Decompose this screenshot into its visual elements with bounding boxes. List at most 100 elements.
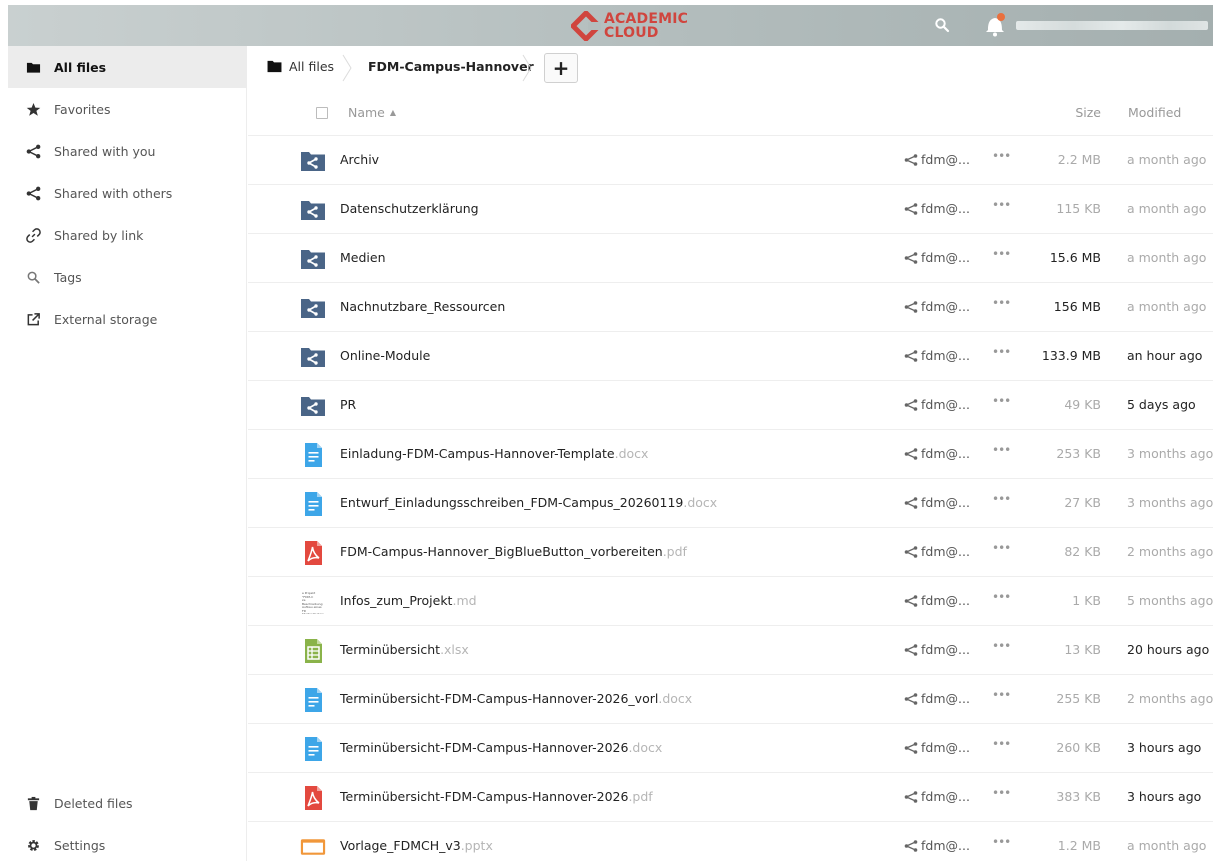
sidebar-item-label: Tags xyxy=(54,269,82,285)
share-button[interactable]: fdm@... xyxy=(904,299,970,314)
more-actions-button[interactable]: ••• xyxy=(992,443,1011,457)
file-name[interactable]: Infos_zum_Projekt.md xyxy=(340,593,477,608)
user-menu[interactable] xyxy=(1016,21,1208,30)
table-row[interactable]: Medien fdm@... ••• 15.6 MB a month ago xyxy=(248,234,1213,283)
table-row[interactable]: Einladung-FDM-Campus-Hannover-Template.d… xyxy=(248,430,1213,479)
breadcrumb-home[interactable]: All files xyxy=(267,59,334,74)
new-button[interactable]: + xyxy=(544,53,578,83)
shared-folder-icon[interactable] xyxy=(300,295,326,321)
file-name[interactable]: Online-Module xyxy=(340,348,430,363)
bell-icon[interactable] xyxy=(984,12,1006,38)
share-button[interactable]: fdm@... xyxy=(904,397,970,412)
table-row[interactable]: Datenschutzerklärung fdm@... ••• 115 KB a mo… xyxy=(248,185,1213,234)
more-actions-button[interactable]: ••• xyxy=(992,835,1011,849)
table-row[interactable]: FDM-Campus-Hannover_BigBlueButton_vorber… xyxy=(248,528,1213,577)
share-button[interactable]: fdm@... xyxy=(904,642,970,657)
share-button[interactable]: fdm@... xyxy=(904,691,970,706)
table-row[interactable]: PR fdm@... ••• 49 KB 5 days ago xyxy=(248,381,1213,430)
file-name[interactable]: PR xyxy=(340,397,356,412)
spreadsheet-icon[interactable] xyxy=(300,638,326,664)
file-name[interactable]: Terminübersicht-FDM-Campus-Hannover-2026… xyxy=(340,740,662,755)
sidebar-item-settings[interactable]: Settings xyxy=(8,824,247,861)
share-button[interactable]: fdm@... xyxy=(904,348,970,363)
pdf-icon[interactable] xyxy=(300,785,326,811)
share-button[interactable]: fdm@... xyxy=(904,740,970,755)
file-name[interactable]: FDM-Campus-Hannover_BigBlueButton_vorber… xyxy=(340,544,687,559)
table-row[interactable]: e Projekt "FDM-C ze Beschreibung Aufbau ei… xyxy=(248,577,1213,626)
document-icon[interactable] xyxy=(300,442,326,468)
breadcrumb-current[interactable]: FDM-Campus-Hannover xyxy=(368,59,534,74)
more-actions-button[interactable]: ••• xyxy=(992,345,1011,359)
sidebar-item-shared-with-you[interactable]: Shared with you xyxy=(8,130,247,172)
file-name[interactable]: Einladung-FDM-Campus-Hannover-Template.d… xyxy=(340,446,648,461)
shared-folder-icon[interactable] xyxy=(300,246,326,272)
sidebar-item-tags[interactable]: Tags xyxy=(8,256,247,298)
file-name[interactable]: Vorlage_FDMCH_v3.pptx xyxy=(340,838,493,853)
sidebar-item-external-storage[interactable]: External storage xyxy=(8,298,247,340)
shared-folder-icon[interactable] xyxy=(300,148,326,174)
sidebar-item-deleted-files[interactable]: Deleted files xyxy=(8,782,247,824)
column-modified[interactable]: Modified xyxy=(1128,105,1181,120)
file-modified: 20 hours ago xyxy=(1127,642,1210,657)
sidebar-item-favorites[interactable]: Favorites xyxy=(8,88,247,130)
academic-cloud-logo[interactable]: ACADEMIC CLOUD xyxy=(571,8,688,44)
document-icon[interactable] xyxy=(300,491,326,517)
presentation-icon[interactable] xyxy=(300,834,326,860)
share-button[interactable]: fdm@... xyxy=(904,201,970,216)
search-icon[interactable] xyxy=(934,17,950,33)
file-name[interactable]: Terminübersicht-FDM-Campus-Hannover-2026… xyxy=(340,691,692,706)
document-icon[interactable] xyxy=(300,687,326,713)
table-row[interactable]: Terminübersicht-FDM-Campus-Hannover-2026… xyxy=(248,724,1213,773)
select-all-checkbox[interactable] xyxy=(316,107,328,119)
file-name[interactable]: Medien xyxy=(340,250,386,265)
pdf-icon[interactable] xyxy=(300,540,326,566)
sidebar-item-shared-with-others[interactable]: Shared with others xyxy=(8,172,247,214)
table-row[interactable]: Vorlage_FDMCH_v3.pptx fdm@... ••• 1.2 MB a m… xyxy=(248,822,1213,861)
more-actions-button[interactable]: ••• xyxy=(992,688,1011,702)
sidebar-item-all-files[interactable]: All files xyxy=(8,46,247,88)
more-actions-button[interactable]: ••• xyxy=(992,394,1011,408)
more-actions-button[interactable]: ••• xyxy=(992,296,1011,310)
share-button[interactable]: fdm@... xyxy=(904,446,970,461)
file-name[interactable]: Terminübersicht-FDM-Campus-Hannover-2026… xyxy=(340,789,653,804)
table-row[interactable]: Terminübersicht.xlsx fdm@... ••• 13 KB 20 ho… xyxy=(248,626,1213,675)
more-actions-button[interactable]: ••• xyxy=(992,149,1011,163)
share-button[interactable]: fdm@... xyxy=(904,593,970,608)
column-size[interactable]: Size xyxy=(1075,105,1101,120)
share-button[interactable]: fdm@... xyxy=(904,152,970,167)
table-row[interactable]: Nachnutzbare_Ressourcen fdm@... ••• 156 MB a… xyxy=(248,283,1213,332)
file-name[interactable]: Nachnutzbare_Ressourcen xyxy=(340,299,505,314)
more-actions-button[interactable]: ••• xyxy=(992,198,1011,212)
share-icon xyxy=(904,153,918,166)
more-actions-button[interactable]: ••• xyxy=(992,639,1011,653)
shared-folder-icon[interactable] xyxy=(300,344,326,370)
share-button[interactable]: fdm@... xyxy=(904,838,970,853)
sidebar-item-shared-by-link[interactable]: Shared by link xyxy=(8,214,247,256)
table-row[interactable]: Terminübersicht-FDM-Campus-Hannover-2026… xyxy=(248,675,1213,724)
file-name[interactable]: Datenschutzerklärung xyxy=(340,201,479,216)
document-icon[interactable] xyxy=(300,736,326,762)
more-actions-button[interactable]: ••• xyxy=(992,786,1011,800)
file-name[interactable]: Terminübersicht.xlsx xyxy=(340,642,469,657)
more-actions-button[interactable]: ••• xyxy=(992,590,1011,604)
share-button[interactable]: fdm@... xyxy=(904,544,970,559)
star-icon xyxy=(25,101,41,117)
more-actions-button[interactable]: ••• xyxy=(992,541,1011,555)
more-actions-button[interactable]: ••• xyxy=(992,492,1011,506)
file-name[interactable]: Entwurf_Einladungsschreiben_FDM-Campus_2… xyxy=(340,495,717,510)
share-button[interactable]: fdm@... xyxy=(904,495,970,510)
file-size: 133.9 MB xyxy=(1041,348,1101,363)
share-button[interactable]: fdm@... xyxy=(904,250,970,265)
table-row[interactable]: Terminübersicht-FDM-Campus-Hannover-2026… xyxy=(248,773,1213,822)
shared-folder-icon[interactable] xyxy=(300,393,326,419)
table-row[interactable]: Online-Module fdm@... ••• 133.9 MB an hour a… xyxy=(248,332,1213,381)
table-row[interactable]: Archiv fdm@... ••• 2.2 MB a month ago xyxy=(248,136,1213,185)
more-actions-button[interactable]: ••• xyxy=(992,737,1011,751)
column-name[interactable]: Name ▲ xyxy=(348,105,396,120)
shared-folder-icon[interactable] xyxy=(300,197,326,223)
markdown-thumbnail-icon[interactable]: e Projekt "FDM-C ze Beschreibung Aufbau ei… xyxy=(300,589,326,615)
share-button[interactable]: fdm@... xyxy=(904,789,970,804)
more-actions-button[interactable]: ••• xyxy=(992,247,1011,261)
file-name[interactable]: Archiv xyxy=(340,152,379,167)
table-row[interactable]: Entwurf_Einladungsschreiben_FDM-Campus_2… xyxy=(248,479,1213,528)
